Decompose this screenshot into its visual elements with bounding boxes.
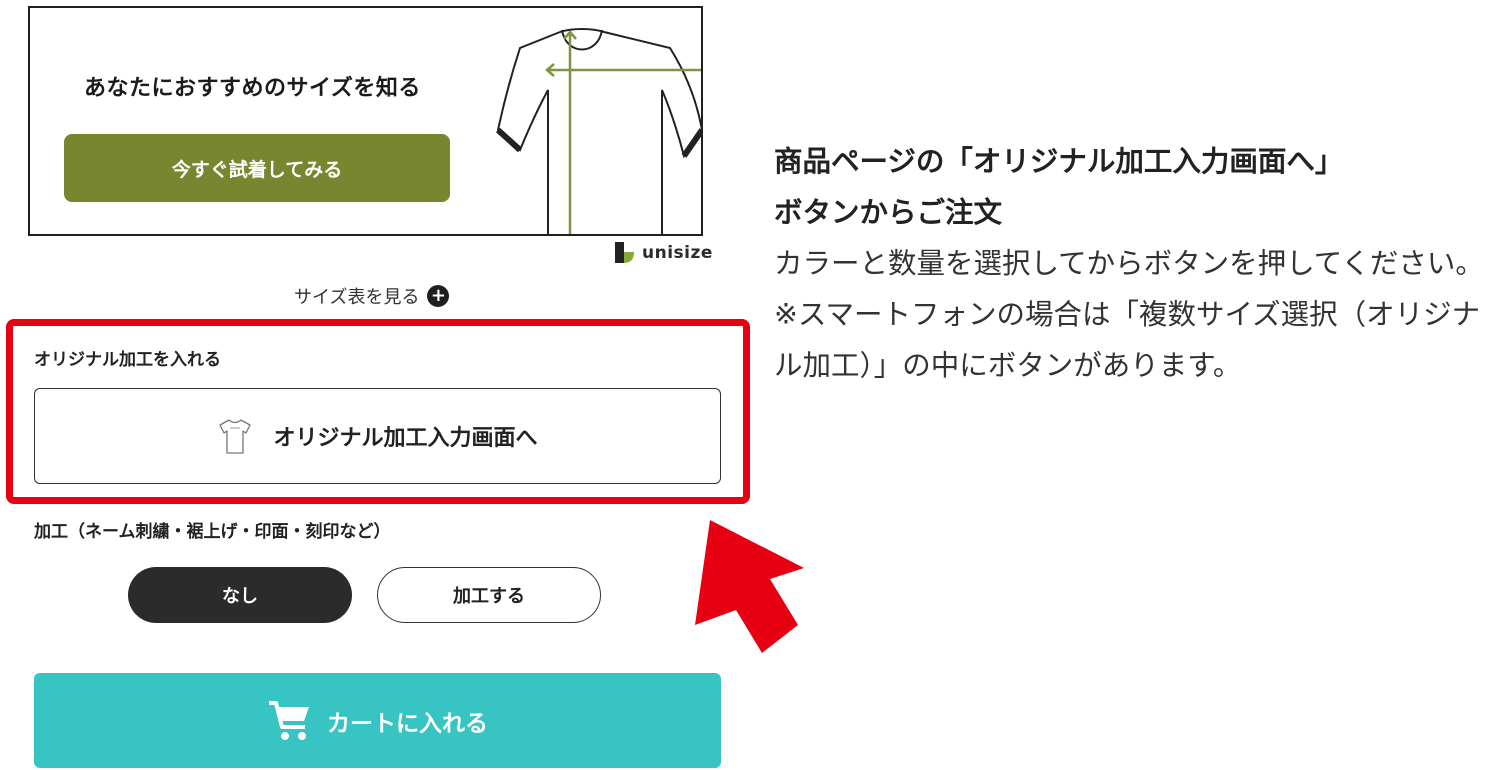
instruction-title-line2: ボタンからご注文 [774, 196, 1003, 229]
try-on-button[interactable]: 今すぐ試着してみる [64, 134, 450, 202]
cart-icon [269, 700, 309, 740]
instruction-note: ※スマートフォンの場合は「複数サイズ選択（オリジナル加工）」の中にボタンがありま… [774, 298, 1481, 382]
plus-circle-icon: + [427, 285, 450, 307]
custom-processing-label: オリジナル加工を入れる [34, 350, 221, 370]
tshirt-icon [219, 419, 252, 454]
custom-entry-label: オリジナル加工入力画面へ [273, 426, 538, 451]
banner-heading: あなたにおすすめのサイズを知る [84, 76, 421, 101]
size-recommendation-banner: あなたにおすすめのサイズを知る 今すぐ試着してみる [28, 6, 703, 236]
unisize-brand-text: unisize [642, 243, 713, 263]
instruction-body: カラーと数量を選択してからボタンを押してください。 [774, 247, 1484, 280]
custom-processing-entry-button[interactable]: オリジナル加工入力画面へ [34, 388, 721, 484]
instruction-text-block: 商品ページの「オリジナル加工入力画面へ」 ボタンからご注文 カラーと数量を選択し… [774, 136, 1486, 391]
option-process-button[interactable]: 加工する [377, 567, 601, 623]
size-chart-link[interactable]: サイズ表を見る + [294, 283, 450, 309]
processing-options-label: 加工（ネーム刺繍・裾上げ・印面・刻印など） [34, 522, 391, 542]
unisize-logo: unisize [614, 242, 713, 264]
tshirt-measure-illustration [495, 28, 701, 234]
add-to-cart-button[interactable]: カートに入れる [34, 673, 721, 768]
add-to-cart-label: カートに入れる [327, 710, 488, 737]
instruction-title-line1: 商品ページの「オリジナル加工入力画面へ」 [774, 145, 1344, 178]
size-chart-label: サイズ表を見る [294, 287, 420, 308]
red-arrow-icon [695, 520, 804, 653]
unisize-mark-icon [615, 242, 634, 263]
option-none-button[interactable]: なし [128, 567, 352, 623]
